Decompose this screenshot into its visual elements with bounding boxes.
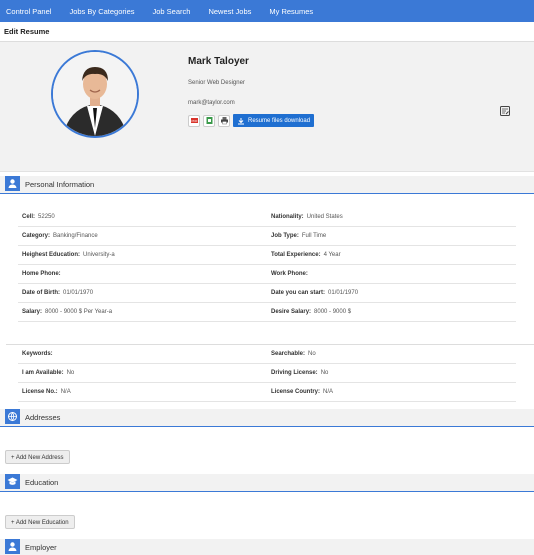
download-icon: [238, 117, 244, 124]
top-navigation: Control Panel Jobs By Categories Job Sea…: [0, 0, 534, 22]
field-label: Work Phone:: [271, 271, 308, 277]
field-label: Date you can start:: [271, 290, 326, 296]
field-value: 52250: [38, 214, 55, 220]
employer-title: Employer: [25, 543, 57, 552]
field-label: Home Phone:: [22, 271, 61, 277]
field-value: No: [320, 370, 329, 376]
profile-name: Mark Taloyer: [188, 56, 249, 67]
field-value: Full Time: [301, 233, 327, 239]
avatar-photo: [53, 52, 137, 136]
field-label: Desire Salary:: [271, 309, 312, 315]
nav-my-resumes[interactable]: My Resumes: [269, 7, 313, 16]
address-icon: [5, 409, 20, 424]
field-value: No: [308, 351, 316, 357]
nav-job-search[interactable]: Job Search: [153, 7, 191, 16]
employer-header: Employer: [0, 539, 534, 555]
field-value: 01/01/1970: [63, 290, 94, 296]
table-row: Category: Banking/Finance Job Type: Full T…: [18, 227, 516, 246]
table-row: Heighest Education: University-a Total Ex…: [18, 246, 516, 265]
education-header: Education: [0, 474, 534, 492]
table-row: Home Phone: Work Phone:: [18, 265, 516, 284]
addresses-header: Addresses: [0, 409, 534, 427]
nav-jobs-by-categories[interactable]: Jobs By Categories: [69, 7, 134, 16]
table-row: Date of Birth: 01/01/1970 Date you can st…: [18, 284, 516, 303]
addresses-title: Addresses: [25, 413, 61, 422]
education-icon: [5, 474, 20, 489]
field-value: N/A: [60, 389, 71, 395]
field-value: 8000 - 9000 $ Per Year-a: [45, 309, 113, 315]
personal-information-header: Personal Information: [0, 176, 534, 194]
field-label: Driving License:: [271, 370, 318, 376]
page-title: Edit Resume: [4, 27, 50, 36]
field-value: No: [66, 370, 75, 376]
avatar: [51, 50, 139, 138]
field-label: Searchable:: [271, 351, 306, 357]
personal-information-title: Personal Information: [25, 180, 95, 189]
field-label: Heighest Education:: [22, 252, 81, 258]
resume-download-button[interactable]: Resume files download: [233, 114, 315, 127]
svg-text:PDF: PDF: [191, 119, 197, 123]
profile-panel: Mark Taloyer Senior Web Designer mark@ta…: [0, 42, 534, 172]
download-label: Resume files download: [248, 117, 311, 124]
profile-email: mark@taylor.com: [188, 100, 235, 106]
employer-icon: [5, 539, 20, 554]
additional-info-grid: Keywords: Searchable: No I am Available: N…: [0, 345, 534, 402]
education-title: Education: [25, 478, 59, 487]
add-education-button[interactable]: + Add New Education: [5, 515, 75, 529]
field-label: Keywords:: [22, 351, 53, 357]
field-label: Salary:: [22, 309, 43, 315]
field-value: United States: [306, 214, 343, 220]
field-value: N/A: [323, 389, 334, 395]
field-label: License Country:: [271, 389, 321, 395]
table-row: I am Available: No Driving License: No: [18, 364, 516, 383]
edit-icon[interactable]: [500, 106, 510, 116]
field-label: Job Type:: [271, 233, 299, 239]
field-label: Nationality:: [271, 214, 304, 220]
user-icon: [5, 176, 20, 191]
field-label: Category:: [22, 233, 51, 239]
table-row: License No.: N/A License Country: N/A: [18, 383, 516, 402]
field-label: I am Available:: [22, 370, 64, 376]
field-value: 4 Year: [323, 252, 341, 258]
print-icon[interactable]: [218, 114, 230, 127]
field-label: License No.:: [22, 389, 58, 395]
table-row: Cell: 52250 Nationality: United States: [18, 208, 516, 227]
field-value: University-a: [83, 252, 115, 258]
excel-icon[interactable]: [203, 114, 215, 127]
add-address-button[interactable]: + Add New Address: [5, 450, 70, 464]
nav-control-panel[interactable]: Control Panel: [6, 7, 51, 16]
page-title-bar: Edit Resume: [0, 22, 534, 42]
resume-actions: PDF Resume files download: [188, 114, 315, 127]
field-value: 8000 - 9000 $: [314, 309, 352, 315]
field-value: Banking/Finance: [53, 233, 98, 239]
pdf-icon[interactable]: PDF: [188, 114, 200, 127]
field-value: 01/01/1970: [328, 290, 359, 296]
personal-information-grid: Cell: 52250 Nationality: United States Cat…: [0, 208, 534, 322]
table-row: Salary: 8000 - 9000 $ Per Year-a Desire S…: [18, 303, 516, 322]
field-label: Cell:: [22, 214, 36, 220]
table-row: Keywords: Searchable: No: [18, 345, 516, 364]
nav-newest-jobs[interactable]: Newest Jobs: [208, 7, 251, 16]
field-label: Date of Birth:: [22, 290, 60, 296]
profile-job-title: Senior Web Designer: [188, 80, 245, 86]
field-label: Total Experience:: [271, 252, 321, 258]
